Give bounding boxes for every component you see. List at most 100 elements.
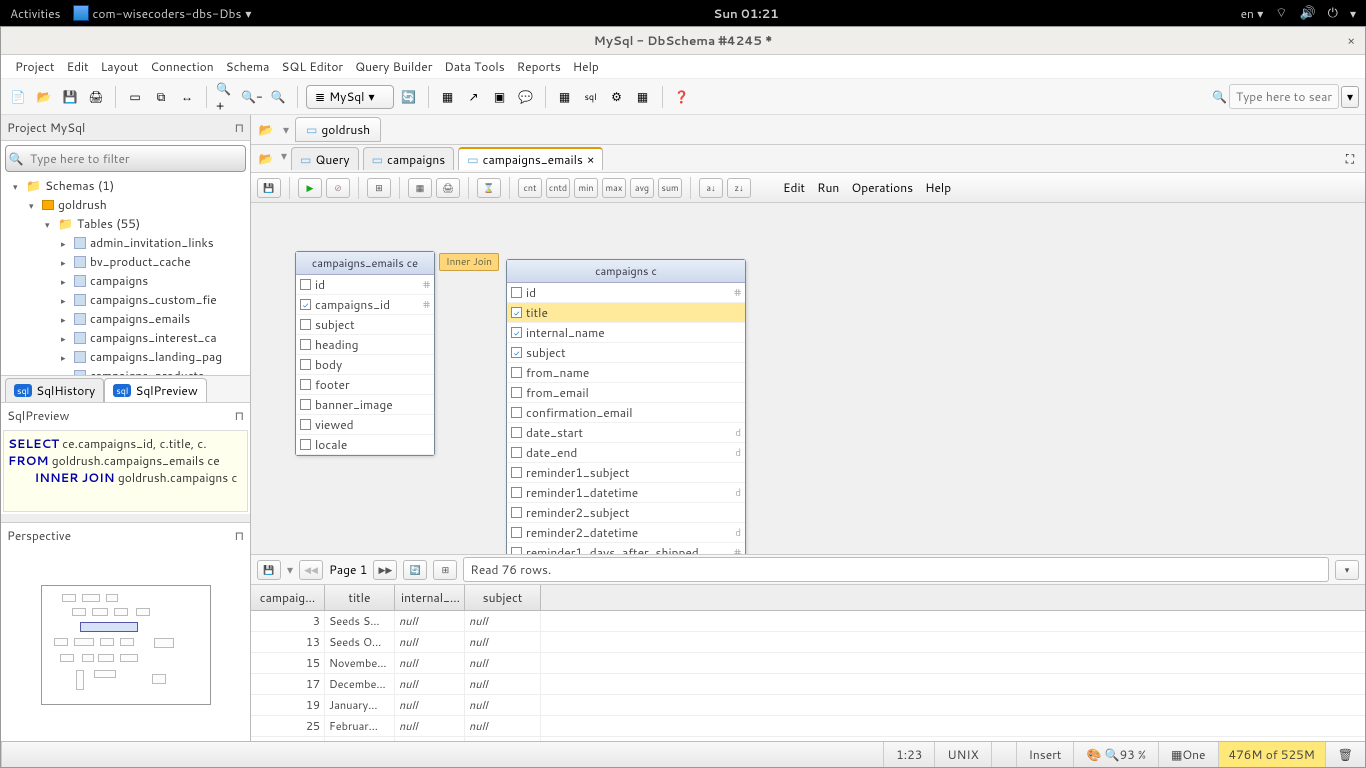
zoom-fit-button[interactable]: 🔍: [267, 86, 289, 108]
wifi-icon[interactable]: ⌔: [1275, 4, 1287, 22]
column-row[interactable]: id#: [296, 275, 434, 295]
tab-query[interactable]: ▭Query: [291, 147, 359, 170]
col-header[interactable]: internal_...: [395, 585, 465, 610]
tab-campaigns-emails[interactable]: ▭campaigns_emails ×: [458, 147, 603, 170]
save-result-button[interactable]: 💾: [257, 560, 281, 580]
column-row[interactable]: heading: [296, 335, 434, 355]
diagram-canvas[interactable]: Inner Join campaigns_emails ce id#✓campa…: [251, 203, 1365, 555]
menu-sql-editor[interactable]: SQL Editor: [277, 56, 347, 77]
column-row[interactable]: from_email: [507, 383, 745, 403]
zoom-level[interactable]: 🎨 🔍 93 %: [1073, 742, 1157, 767]
print-button[interactable]: 🖨: [85, 86, 107, 108]
close-icon[interactable]: ×: [1347, 32, 1355, 49]
column-row[interactable]: ✓subject: [507, 343, 745, 363]
column-row[interactable]: subject: [296, 315, 434, 335]
next-page-button[interactable]: ▶▶: [373, 560, 397, 580]
clock[interactable]: Sun 01:21: [251, 5, 1240, 22]
tool-icon[interactable]: 💬: [515, 86, 537, 108]
result-grid[interactable]: 3Seeds S...nullnull13Seeds O...nullnull1…: [251, 611, 1365, 741]
search-dropdown[interactable]: ▾: [1341, 86, 1359, 108]
column-row[interactable]: reminder2_datetimed: [507, 523, 745, 543]
column-row[interactable]: locale: [296, 435, 434, 455]
layout-one[interactable]: ▦ One: [1158, 742, 1218, 767]
result-row[interactable]: 25Februar...nullnull: [251, 716, 1365, 737]
agg-max[interactable]: max: [602, 178, 626, 198]
schema-tree[interactable]: 📁Schemas (1) goldrush 📁Tables (55) admin…: [1, 176, 250, 376]
pin-icon[interactable]: [235, 407, 244, 424]
column-row[interactable]: reminder1_subject: [507, 463, 745, 483]
lang-indicator[interactable]: en ▾: [1241, 5, 1264, 22]
column-row[interactable]: body: [296, 355, 434, 375]
menu-reports[interactable]: Reports: [513, 56, 565, 77]
zoom-in-button[interactable]: 🔍+: [215, 86, 237, 108]
refresh-button[interactable]: 🔄: [403, 560, 427, 580]
schema-tab[interactable]: ▭ goldrush: [295, 117, 381, 142]
tool-icon[interactable]: ⊞: [433, 560, 457, 580]
refresh-button[interactable]: 🔄: [398, 86, 420, 108]
run-button[interactable]: ▶: [298, 178, 322, 198]
pin-icon[interactable]: [235, 119, 244, 136]
menu-schema[interactable]: Schema: [222, 56, 274, 77]
agg-cnt[interactable]: cnt: [518, 178, 542, 198]
submenu-edit[interactable]: Edit: [779, 179, 809, 196]
tool-icon[interactable]: ⧉: [150, 86, 172, 108]
power-icon[interactable]: ⏻: [1328, 4, 1338, 22]
column-row[interactable]: reminder1_days_after_shipped#: [507, 543, 745, 555]
submenu-help[interactable]: Help: [921, 179, 955, 196]
tool-icon[interactable]: ▦: [437, 86, 459, 108]
activities-button[interactable]: Activities: [10, 5, 61, 22]
column-row[interactable]: id#: [507, 283, 745, 303]
minimap[interactable]: [41, 585, 211, 705]
diagram-table-campaigns-emails[interactable]: campaigns_emails ce id#✓campaigns_id#sub…: [295, 251, 435, 456]
col-header[interactable]: campaig...: [251, 585, 325, 610]
submenu-run[interactable]: Run: [813, 179, 843, 196]
column-row[interactable]: confirmation_email: [507, 403, 745, 423]
result-row[interactable]: 13Seeds O...nullnull: [251, 632, 1365, 653]
tool-icon[interactable]: ↗: [463, 86, 485, 108]
tool-icon[interactable]: ▦: [554, 86, 576, 108]
sort-desc[interactable]: z↓: [727, 178, 751, 198]
column-row[interactable]: ✓campaigns_id#: [296, 295, 434, 315]
stop-button[interactable]: ⊘: [326, 178, 350, 198]
dropdown-button[interactable]: ▾: [1335, 560, 1359, 580]
sort-asc[interactable]: a↓: [699, 178, 723, 198]
close-icon[interactable]: ×: [587, 151, 595, 168]
menu-layout[interactable]: Layout: [97, 56, 143, 77]
tab-nav-icon[interactable]: 📂: [255, 147, 277, 169]
tool-icon[interactable]: ▣: [489, 86, 511, 108]
pin-icon[interactable]: [235, 527, 244, 544]
filter-input[interactable]: [26, 146, 245, 171]
print-button[interactable]: 🖨: [436, 178, 460, 198]
column-row[interactable]: viewed: [296, 415, 434, 435]
tab-sqlhistory[interactable]: sqlSqlHistory: [5, 378, 104, 402]
tool-icon[interactable]: ▦: [632, 86, 654, 108]
menu-help[interactable]: Help: [569, 56, 603, 77]
filter-button[interactable]: ⌛: [477, 178, 501, 198]
sql-button[interactable]: sql: [580, 86, 602, 108]
save-button[interactable]: 💾: [59, 86, 81, 108]
column-row[interactable]: date_startd: [507, 423, 745, 443]
result-row[interactable]: 19January...nullnull: [251, 695, 1365, 716]
tab-campaigns[interactable]: ▭campaigns: [363, 147, 455, 170]
column-row[interactable]: footer: [296, 375, 434, 395]
tool-icon[interactable]: ▭: [124, 86, 146, 108]
new-button[interactable]: 📄: [7, 86, 29, 108]
database-selector[interactable]: ≣ MySql ▾: [306, 85, 394, 109]
column-row[interactable]: ✓title: [507, 303, 745, 323]
agg-min[interactable]: min: [574, 178, 598, 198]
tool-icon[interactable]: ⚙: [606, 86, 628, 108]
menu-query-builder[interactable]: Query Builder: [351, 56, 436, 77]
join-label[interactable]: Inner Join: [439, 253, 499, 271]
zoom-out-button[interactable]: 🔍-: [241, 86, 263, 108]
volume-icon[interactable]: 🔊: [1299, 4, 1315, 22]
column-row[interactable]: banner_image: [296, 395, 434, 415]
result-row[interactable]: 15Novembe...nullnull: [251, 653, 1365, 674]
agg-cntd[interactable]: cntd: [546, 178, 570, 198]
agg-sum[interactable]: sum: [658, 178, 682, 198]
result-row[interactable]: 17Decembe...nullnull: [251, 674, 1365, 695]
agg-avg[interactable]: avg: [630, 178, 654, 198]
column-row[interactable]: ✓internal_name: [507, 323, 745, 343]
app-menu[interactable]: com-wisecoders-dbs-Dbs ▾: [73, 5, 252, 22]
tab-nav-icon[interactable]: 📂: [255, 119, 277, 141]
prev-page-button[interactable]: ◀◀: [299, 560, 323, 580]
